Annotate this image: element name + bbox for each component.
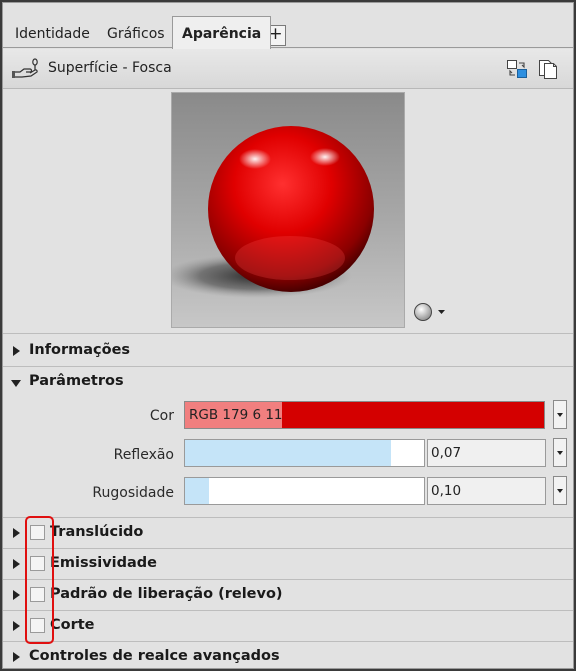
expand-arrow-icon[interactable]: [13, 346, 20, 356]
reflexao-label: Reflexão: [113, 447, 174, 463]
color-field[interactable]: RGB 179 6 11: [184, 401, 545, 429]
reflexao-value: 0,07: [431, 445, 462, 461]
rugosidade-slider[interactable]: [184, 477, 425, 505]
section-informacoes[interactable]: Informações: [3, 336, 573, 366]
expand-arrow-icon[interactable]: [13, 528, 20, 538]
tab-graficos[interactable]: Gráficos: [101, 23, 171, 49]
reflexao-input[interactable]: 0,07: [427, 439, 546, 467]
expand-arrow-icon[interactable]: [13, 621, 20, 631]
tab-bar: Identidade Gráficos Aparência +: [3, 3, 573, 49]
collapse-arrow-icon[interactable]: [11, 380, 21, 387]
color-value: RGB 179 6 11: [189, 407, 283, 423]
section-corte[interactable]: Corte: [3, 611, 573, 641]
highlight-box: [25, 516, 54, 644]
rugosidade-dropdown-button[interactable]: [553, 476, 567, 505]
section-controles-avancados[interactable]: Controles de realce avançados: [3, 642, 573, 668]
cor-dropdown-button[interactable]: [553, 400, 567, 429]
divider: [3, 333, 573, 334]
section-emissividade[interactable]: Emissividade: [3, 549, 573, 579]
tab-aparencia[interactable]: Aparência: [172, 16, 272, 49]
rugosidade-label: Rugosidade: [92, 485, 174, 501]
duplicate-asset-icon[interactable]: [537, 58, 559, 80]
section-label: Emissividade: [50, 555, 158, 571]
rugosidade-input[interactable]: 0,10: [427, 477, 546, 505]
appearance-panel: Identidade Gráficos Aparência + Superfíc…: [2, 2, 574, 669]
section-parametros[interactable]: Parâmetros: [3, 367, 573, 397]
material-hand-icon: [11, 58, 41, 80]
section-label: Corte: [50, 617, 95, 633]
section-translucido[interactable]: Translúcido: [3, 518, 573, 548]
scene-sphere-icon[interactable]: [412, 300, 448, 324]
material-name: Superfície - Fosca: [48, 60, 172, 76]
expand-arrow-icon[interactable]: [13, 652, 20, 662]
reflexao-dropdown-button[interactable]: [553, 438, 567, 467]
slider-fill: [185, 440, 391, 466]
section-label: Parâmetros: [29, 373, 124, 389]
expand-arrow-icon[interactable]: [13, 590, 20, 600]
rugosidade-value: 0,10: [431, 483, 462, 499]
cor-label: Cor: [149, 408, 174, 424]
section-padrao-liberacao[interactable]: Padrão de liberação (relevo): [3, 580, 573, 610]
material-header: Superfície - Fosca: [3, 49, 573, 89]
replace-asset-icon[interactable]: [506, 58, 528, 80]
section-label: Translúcido: [50, 524, 144, 540]
tab-identidade[interactable]: Identidade: [9, 23, 96, 49]
section-label: Padrão de liberação (relevo): [50, 586, 283, 602]
expand-arrow-icon[interactable]: [13, 559, 20, 569]
section-label: Controles de realce avançados: [29, 648, 280, 664]
section-label: Informações: [29, 342, 131, 358]
slider-fill: [185, 478, 209, 504]
reflexao-slider[interactable]: [184, 439, 425, 467]
material-preview: [171, 92, 405, 328]
